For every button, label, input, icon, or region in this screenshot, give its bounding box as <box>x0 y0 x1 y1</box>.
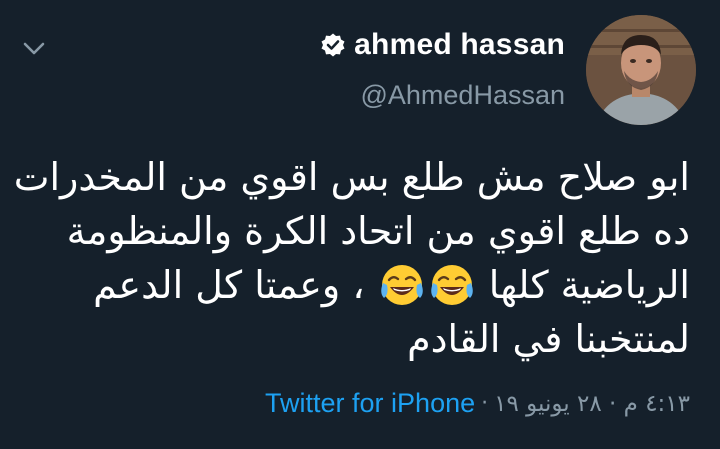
face-with-tears-of-joy-icon <box>430 263 474 307</box>
tweet-text: ابو صلاح مش طلع بس اقوي من المخدرات ده ط… <box>13 150 690 366</box>
tweet-meta: ٤:١٣ م · ٢٨ يونيو ١٩ · Twitter for iPhon… <box>265 388 690 419</box>
verified-badge-icon <box>321 33 345 57</box>
display-name[interactable]: ahmed hassan <box>354 28 565 62</box>
tweet-line: لمنتخبنا في القادم <box>407 317 690 361</box>
avatar[interactable] <box>586 15 696 125</box>
user-handle[interactable]: @AhmedHassan <box>360 80 565 111</box>
chevron-down-icon[interactable] <box>20 34 48 62</box>
user-name-row[interactable]: ahmed hassan <box>320 28 565 62</box>
tweet-line-segment: الرياضية كلها <box>488 263 690 307</box>
tweet-line: الرياضية كلها ، وعمتا كل الدعم <box>30 258 690 312</box>
tweet-line: ابو صلاح مش طلع بس اقوي من المخدرات <box>13 155 690 199</box>
tweet-line-segment: ، وعمتا كل الدعم <box>93 263 365 307</box>
tweet-card: ahmed hassan @AhmedHassan ابو صلاح مش طل… <box>0 0 720 449</box>
tweet-source-link[interactable]: Twitter for iPhone <box>265 388 475 419</box>
face-with-tears-of-joy-icon <box>380 263 424 307</box>
tweet-line: ده طلع اقوي من اتحاد الكرة والمنظومة <box>66 209 690 253</box>
meta-separator: · <box>481 391 489 416</box>
tweet-timestamp[interactable]: ٤:١٣ م · ٢٨ يونيو ١٩ <box>494 391 690 417</box>
